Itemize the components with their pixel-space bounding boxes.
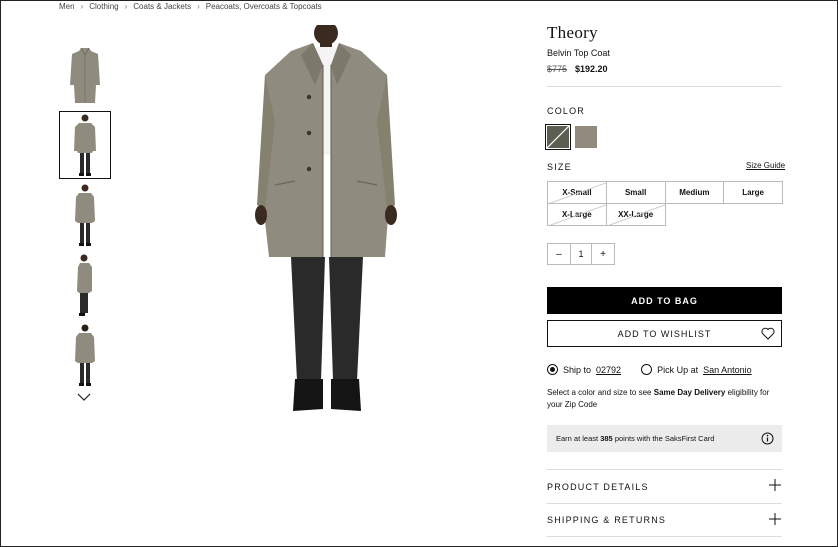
fulfillment-options: Ship to 02792 Pick Up at San Antonio <box>547 364 752 375</box>
delivery-note-prefix: Select a color and size to see <box>547 388 652 397</box>
size-x-small[interactable]: X-Small <box>547 181 607 204</box>
color-label: COLOR <box>547 106 586 116</box>
size-xx-large[interactable]: XX-Large <box>605 203 666 226</box>
heart-icon <box>761 327 775 342</box>
points-count: 385 <box>600 434 613 443</box>
brand-name[interactable]: Theory <box>547 23 782 43</box>
size-grid: X-Small Small Medium Large X-Large XX-La… <box>547 181 783 226</box>
product-details-accordion[interactable]: PRODUCT DETAILS <box>547 469 782 503</box>
quantity-value[interactable]: 1 <box>570 244 592 264</box>
info-icon[interactable] <box>761 432 774 447</box>
plus-icon <box>769 478 781 495</box>
sale-price: $192.20 <box>575 64 608 74</box>
points-prefix: Earn at least <box>556 434 599 443</box>
points-suffix: points with the SaksFirst Card <box>614 434 715 443</box>
product-details-label: PRODUCT DETAILS <box>547 481 649 492</box>
store-link[interactable]: San Antonio <box>703 365 752 375</box>
shipping-returns-accordion[interactable]: SHIPPING & RETURNS <box>547 503 782 537</box>
product-name: Belvin Top Coat <box>547 48 610 58</box>
price: $775 $192.20 <box>547 64 782 74</box>
plus-icon <box>769 512 781 529</box>
pickup-label: Pick Up at <box>657 364 699 375</box>
breadcrumb-separator-icon: › <box>124 2 128 11</box>
quantity-increase-button[interactable]: + <box>592 244 614 264</box>
divider <box>547 86 782 87</box>
thumbnail-model-back[interactable] <box>59 321 111 389</box>
thumbnail-model-front[interactable] <box>59 111 111 179</box>
delivery-note: Select a color and size to see Same Day … <box>547 387 782 411</box>
thumbnail-list <box>59 41 111 391</box>
add-to-bag-button[interactable]: ADD TO BAG <box>547 287 782 314</box>
size-x-large[interactable]: X-Large <box>547 203 607 226</box>
product-main-image <box>251 21 401 415</box>
thumbnail-model-side[interactable] <box>59 181 111 249</box>
color-swatches <box>545 124 597 150</box>
breadcrumb-peacoats[interactable]: Peacoats, Overcoats & Topcoats <box>206 2 322 11</box>
original-price: $775 <box>547 64 568 74</box>
size-label: SIZE <box>547 162 572 172</box>
size-medium[interactable]: Medium <box>664 181 725 204</box>
swatch-olive-herringbone[interactable] <box>545 124 571 150</box>
breadcrumb-coats-jackets[interactable]: Coats & Jackets <box>133 2 191 11</box>
chevron-down-icon[interactable] <box>77 389 91 407</box>
ship-to-label: Ship to <box>563 364 592 375</box>
pickup-radio[interactable] <box>641 364 653 375</box>
breadcrumb-separator-icon: › <box>197 2 200 11</box>
same-day-delivery-text: Same Day Delivery <box>653 388 726 397</box>
quantity-stepper: – 1 + <box>547 243 615 265</box>
quantity-decrease-button[interactable]: – <box>548 244 570 264</box>
add-to-wishlist-button[interactable]: ADD TO WISHLIST <box>547 320 782 347</box>
breadcrumb-separator-icon: › <box>80 2 84 11</box>
shipping-returns-label: SHIPPING & RETURNS <box>547 515 667 525</box>
size-small[interactable]: Small <box>605 181 666 204</box>
product-info: Theory Belvin Top Coat $775 $192.20 <box>547 23 782 87</box>
ship-to-radio[interactable] <box>547 364 558 375</box>
size-guide-link[interactable]: Size Guide <box>746 161 785 170</box>
breadcrumb-men[interactable]: Men <box>59 2 75 11</box>
breadcrumb: Men › Clothing › Coats & Jackets › Peaco… <box>59 2 322 11</box>
thumbnail-coat-flat[interactable] <box>59 41 111 109</box>
swatch-taupe[interactable] <box>575 126 597 148</box>
size-large[interactable]: Large <box>723 181 783 204</box>
thumbnail-model-profile[interactable] <box>59 251 111 319</box>
saksfirst-points-banner: Earn at least 385 points with the SaksFi… <box>547 425 782 452</box>
zip-code-link[interactable]: 02792 <box>596 365 621 375</box>
breadcrumb-clothing[interactable]: Clothing <box>89 2 118 11</box>
add-to-wishlist-label: ADD TO WISHLIST <box>617 328 712 339</box>
